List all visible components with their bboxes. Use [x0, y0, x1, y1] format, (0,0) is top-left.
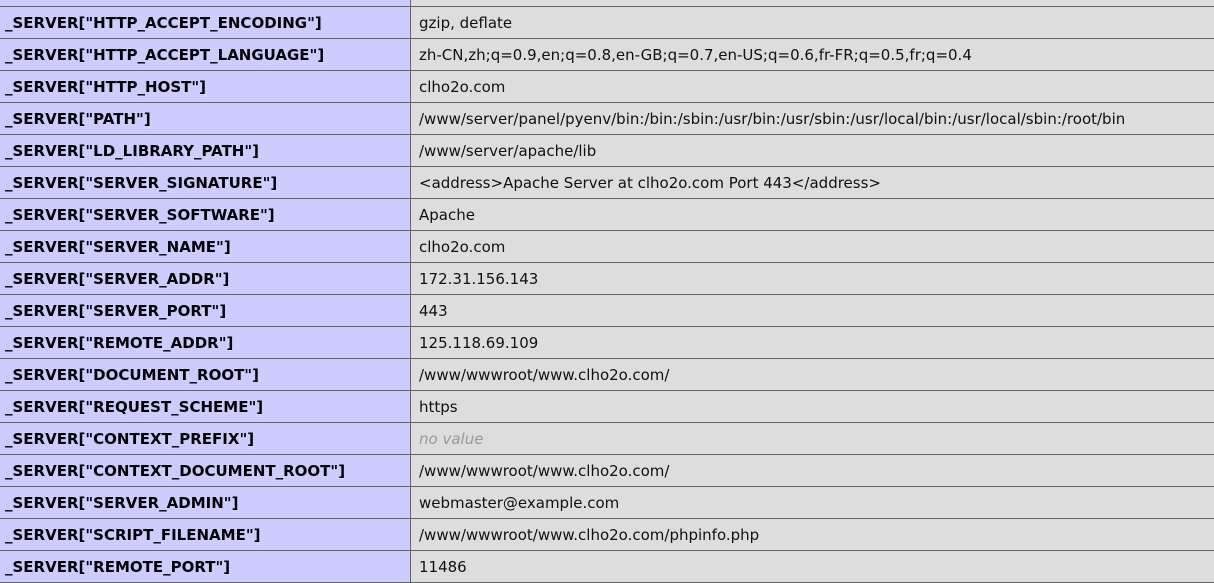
table-row: _SERVER["PATH"] /www/server/panel/pyenv/… — [0, 102, 1214, 135]
variable-name: _SERVER["SCRIPT_FILENAME"] — [0, 518, 411, 551]
table-row: _SERVER["REMOTE_PORT"] 11486 — [0, 550, 1214, 583]
variable-name: _SERVER["DOCUMENT_ROOT"] — [0, 358, 411, 391]
variable-value: 172.31.156.143 — [410, 262, 1214, 295]
table-row: _SERVER["SERVER_SOFTWARE"] Apache — [0, 198, 1214, 231]
table-row: _SERVER["SERVER_PORT"] 443 — [0, 294, 1214, 327]
variable-value: zh-CN,zh;q=0.9,en;q=0.8,en-GB;q=0.7,en-U… — [410, 38, 1214, 71]
variable-name: _SERVER["HTTP_HOST"] — [0, 70, 411, 103]
variable-name: _SERVER["SERVER_PORT"] — [0, 294, 411, 327]
variable-name: _SERVER["HTTP_ACCEPT_ENCODING"] — [0, 6, 411, 39]
variable-value: Apache — [410, 198, 1214, 231]
variable-value: gzip, deflate — [410, 6, 1214, 39]
variable-name: _SERVER["SERVER_NAME"] — [0, 230, 411, 263]
table-row: _SERVER["CONTEXT_PREFIX"] no value — [0, 422, 1214, 455]
table-row: _SERVER["SERVER_ADMIN"] webmaster@exampl… — [0, 486, 1214, 519]
table-row: _SERVER["DOCUMENT_ROOT"] /www/wwwroot/ww… — [0, 358, 1214, 391]
variable-value: /www/wwwroot/www.clho2o.com/phpinfo.php — [410, 518, 1214, 551]
variable-name: _SERVER["LD_LIBRARY_PATH"] — [0, 134, 411, 167]
table-row: _SERVER["HTTP_ACCEPT_LANGUAGE"] zh-CN,zh… — [0, 38, 1214, 71]
variable-value: 443 — [410, 294, 1214, 327]
table-row: _SERVER["HTTP_ACCEPT_ENCODING"] gzip, de… — [0, 6, 1214, 39]
variable-name: _SERVER["SERVER_SOFTWARE"] — [0, 198, 411, 231]
variable-value: no value — [410, 422, 1214, 455]
variable-name: _SERVER["SERVER_SIGNATURE"] — [0, 166, 411, 199]
variable-name: _SERVER["CONTEXT_DOCUMENT_ROOT"] — [0, 454, 411, 487]
table-row: _SERVER["SERVER_NAME"] clho2o.com — [0, 230, 1214, 263]
table-row: _SERVER["REMOTE_ADDR"] 125.118.69.109 — [0, 326, 1214, 359]
variable-name: _SERVER["SERVER_ADDR"] — [0, 262, 411, 295]
server-variables-table: _SERVER["HTTP_ACCEPT"] _SERVER["HTTP_ACC… — [0, 0, 1214, 583]
variable-name: _SERVER["REMOTE_ADDR"] — [0, 326, 411, 359]
table-row: _SERVER["CONTEXT_DOCUMENT_ROOT"] /www/ww… — [0, 454, 1214, 487]
variable-name: _SERVER["REQUEST_SCHEME"] — [0, 390, 411, 423]
variable-name: _SERVER["CONTEXT_PREFIX"] — [0, 422, 411, 455]
table-row: _SERVER["SERVER_SIGNATURE"] <address>Apa… — [0, 166, 1214, 199]
variable-value: 125.118.69.109 — [410, 326, 1214, 359]
variable-value: clho2o.com — [410, 230, 1214, 263]
variable-name: _SERVER["REMOTE_PORT"] — [0, 550, 411, 583]
variable-value: /www/wwwroot/www.clho2o.com/ — [410, 358, 1214, 391]
table-row: _SERVER["HTTP_HOST"] clho2o.com — [0, 70, 1214, 103]
variable-name: _SERVER["PATH"] — [0, 102, 411, 135]
variable-value: <address>Apache Server at clho2o.com Por… — [410, 166, 1214, 199]
variable-value: /www/server/apache/lib — [410, 134, 1214, 167]
variable-value: https — [410, 390, 1214, 423]
table-row: _SERVER["SCRIPT_FILENAME"] /www/wwwroot/… — [0, 518, 1214, 551]
variable-name: _SERVER["SERVER_ADMIN"] — [0, 486, 411, 519]
variable-value: clho2o.com — [410, 70, 1214, 103]
phpinfo-server-variables: _SERVER["HTTP_ACCEPT"] _SERVER["HTTP_ACC… — [0, 0, 1214, 583]
table-row: _SERVER["LD_LIBRARY_PATH"] /www/server/a… — [0, 134, 1214, 167]
variable-value: /www/server/panel/pyenv/bin:/bin:/sbin:/… — [410, 102, 1214, 135]
variable-value: webmaster@example.com — [410, 486, 1214, 519]
variable-name: _SERVER["HTTP_ACCEPT_LANGUAGE"] — [0, 38, 411, 71]
table-row: _SERVER["SERVER_ADDR"] 172.31.156.143 — [0, 262, 1214, 295]
no-value-text: no value — [419, 429, 484, 448]
variable-value: /www/wwwroot/www.clho2o.com/ — [410, 454, 1214, 487]
table-row: _SERVER["REQUEST_SCHEME"] https — [0, 390, 1214, 423]
variable-value: 11486 — [410, 550, 1214, 583]
